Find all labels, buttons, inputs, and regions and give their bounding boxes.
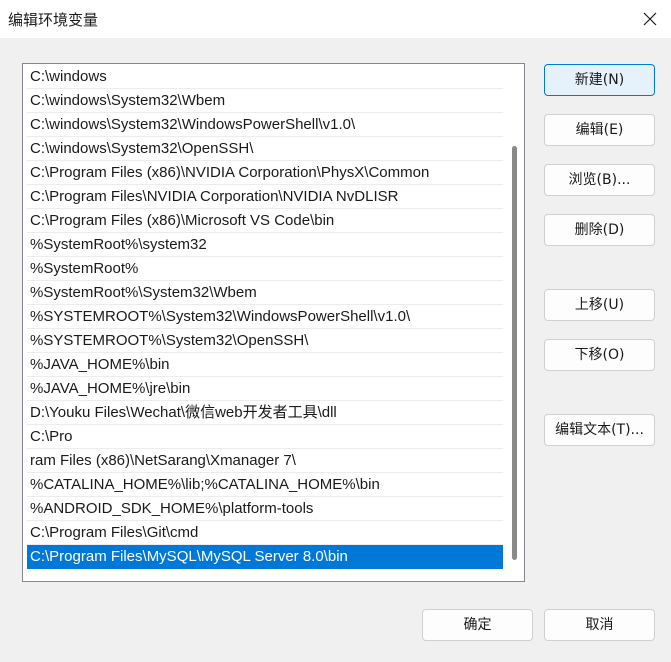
path-list-item[interactable]: %CATALINA_HOME%\lib;%CATALINA_HOME%\bin (27, 473, 503, 497)
edit-text-button[interactable]: 编辑文本(T)... (544, 414, 655, 446)
close-icon (643, 12, 657, 26)
close-button[interactable] (635, 4, 665, 34)
path-list-item[interactable]: %JAVA_HOME%\bin (27, 353, 503, 377)
scrollbar-thumb[interactable] (512, 146, 517, 560)
path-list-item[interactable]: C:\windows (27, 65, 503, 89)
path-list-item[interactable]: ram Files (x86)\NetSarang\Xmanager 7\ (27, 449, 503, 473)
path-list-item[interactable]: C:\windows\System32\Wbem (27, 89, 503, 113)
path-list-item[interactable]: %SYSTEMROOT%\System32\OpenSSH\ (27, 329, 503, 353)
path-list-item[interactable]: C:\Program Files\Git\cmd (27, 521, 503, 545)
path-list: C:\windows C:\windows\System32\Wbem C:\win… (27, 65, 503, 569)
dialog-body: C:\windows C:\windows\System32\Wbem C:\win… (0, 38, 671, 662)
title-bar: 编辑环境变量 (0, 0, 671, 38)
delete-button[interactable]: 删除(D) (544, 214, 655, 246)
ok-button[interactable]: 确定 (422, 609, 533, 641)
new-button[interactable]: 新建(N) (544, 64, 655, 96)
path-list-item[interactable]: %ANDROID_SDK_HOME%\platform-tools (27, 497, 503, 521)
path-list-item[interactable]: C:\Program Files (x86)\NVIDIA Corporatio… (27, 161, 503, 185)
path-list-item[interactable]: C:\Program Files\NVIDIA Corporation\NVID… (27, 185, 503, 209)
path-list-item[interactable]: %SystemRoot% (27, 257, 503, 281)
path-list-item[interactable]: %JAVA_HOME%\jre\bin (27, 377, 503, 401)
window-title: 编辑环境变量 (8, 11, 99, 29)
path-list-item[interactable]: C:\Pro (27, 425, 503, 449)
path-list-item[interactable]: D:\Youku Files\Wechat\微信web开发者工具\dll (27, 401, 503, 425)
path-listbox[interactable]: C:\windows C:\windows\System32\Wbem C:\win… (22, 63, 525, 582)
path-list-item[interactable]: C:\windows\System32\WindowsPowerShell\v1… (27, 113, 503, 137)
move-down-button[interactable]: 下移(O) (544, 339, 655, 371)
path-list-item[interactable]: C:\Program Files (x86)\Microsoft VS Code… (27, 209, 503, 233)
move-up-button[interactable]: 上移(U) (544, 289, 655, 321)
path-list-item[interactable]: C:\windows\System32\OpenSSH\ (27, 137, 503, 161)
path-list-item[interactable]: C:\Program Files\MySQL\MySQL Server 8.0\… (27, 545, 503, 569)
edit-button[interactable]: 编辑(E) (544, 114, 655, 146)
path-list-item[interactable]: %SystemRoot%\System32\Wbem (27, 281, 503, 305)
cancel-button[interactable]: 取消 (544, 609, 655, 641)
path-list-item[interactable]: %SYSTEMROOT%\System32\WindowsPowerShell\… (27, 305, 503, 329)
path-list-item[interactable]: %SystemRoot%\system32 (27, 233, 503, 257)
browse-button[interactable]: 浏览(B)... (544, 164, 655, 196)
vertical-scrollbar[interactable] (506, 64, 524, 581)
